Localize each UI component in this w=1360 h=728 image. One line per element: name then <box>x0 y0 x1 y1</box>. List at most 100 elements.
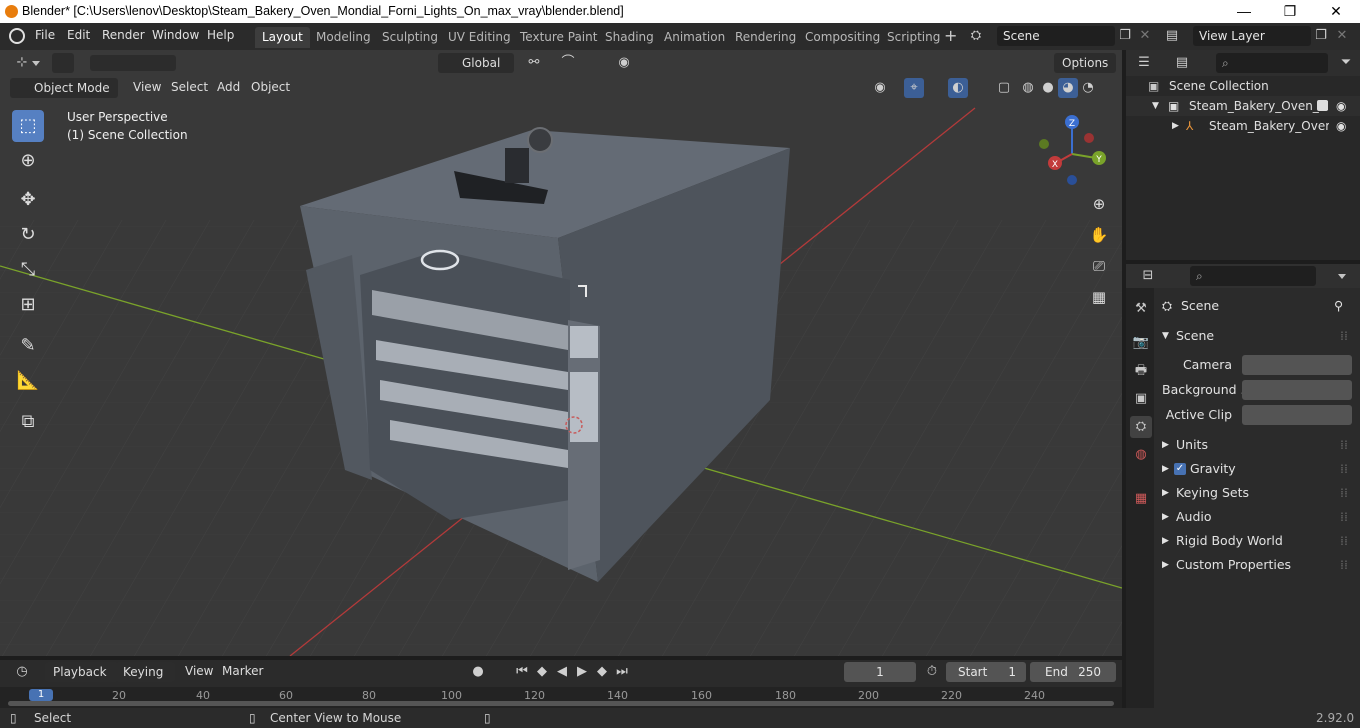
pin-icon[interactable]: ⚲ <box>1334 295 1343 317</box>
view-layer-tab-icon[interactable]: ▣ <box>1130 388 1152 410</box>
add-cube-tool-icon[interactable]: ⧉ <box>12 406 44 438</box>
gizmo-toggle-icon[interactable]: ⌖ <box>904 78 924 98</box>
timeline-scrollbar[interactable] <box>8 701 1114 706</box>
viewport-menu-view[interactable]: View <box>133 80 161 94</box>
audio-panel[interactable]: ▶ Audio ⁞⁞ <box>1154 506 1360 528</box>
proportional-edit-icon[interactable]: ◉ <box>614 53 634 73</box>
move-tool-icon[interactable]: ✥ <box>12 184 44 216</box>
visibility-icon[interactable]: ◉ <box>870 78 890 98</box>
outliner-search-input[interactable]: ⌕ <box>1216 53 1328 73</box>
blender-menu-icon[interactable] <box>9 28 25 44</box>
prev-keyframe-icon[interactable]: ◆ <box>532 662 552 682</box>
select-box-tool-icon[interactable]: ⬚ <box>12 110 44 142</box>
display-mode-icon[interactable]: ▤ <box>1172 53 1192 73</box>
properties-search-input[interactable]: ⌕ <box>1190 266 1316 286</box>
properties-editor-type-icon[interactable]: ⊟ <box>1138 266 1158 286</box>
collapse-chevron-icon[interactable]: ▼ <box>1152 96 1159 116</box>
timeline-editor-type-icon[interactable]: ◷ <box>12 662 32 682</box>
view-layer-browse-icon[interactable]: ▤ <box>1162 26 1182 46</box>
playback-menu[interactable]: Playback <box>45 662 119 682</box>
scale-tool-icon[interactable]: ⤡ <box>12 254 44 286</box>
cursor-tool-icon[interactable]: ⊕ <box>12 145 44 177</box>
world-tab-icon[interactable]: ◍ <box>1130 444 1152 466</box>
delete-view-layer-icon[interactable]: ✕ <box>1332 26 1352 46</box>
viewport-menu-select[interactable]: Select <box>171 80 208 94</box>
drag-handle-icon[interactable]: ⁞⁞ <box>1340 482 1348 504</box>
stopwatch-icon[interactable]: ⏱ <box>922 662 942 682</box>
filter-icon[interactable]: ⏷ <box>1336 53 1356 73</box>
material-shading-icon[interactable]: ◕ <box>1058 78 1078 98</box>
viewport-menu-add[interactable]: Add <box>217 80 240 94</box>
timeline-menu-view[interactable]: View <box>185 664 213 678</box>
pan-hand-icon[interactable]: ✋ <box>1087 223 1111 247</box>
new-scene-icon[interactable]: ❐ <box>1115 26 1135 46</box>
menu-help[interactable]: Help <box>207 28 234 42</box>
tab-animation[interactable]: Animation <box>657 27 732 48</box>
drag-handle-icon[interactable]: ⁞⁞ <box>1340 325 1348 347</box>
play-reverse-icon[interactable]: ◀ <box>552 662 572 682</box>
drag-handle-icon[interactable]: ⁞⁞ <box>1340 458 1348 480</box>
active-clip-field[interactable] <box>1242 405 1352 425</box>
object-mode-dropdown[interactable]: Object Mode <box>10 78 118 98</box>
wireframe-shading-icon[interactable]: ◍ <box>1018 78 1038 98</box>
end-frame-field[interactable]: End 250 <box>1030 662 1116 682</box>
minimize-button[interactable]: — <box>1221 0 1267 23</box>
drag-handle-icon[interactable]: ⁞⁞ <box>1340 434 1348 456</box>
viewport-menu-object[interactable]: Object <box>251 80 290 94</box>
transform-orientation-dropdown[interactable]: Global <box>438 53 514 73</box>
zoom-icon[interactable]: ⊕ <box>1087 192 1111 216</box>
camera-view-icon[interactable]: ⎚ <box>1087 254 1111 278</box>
custom-properties-panel[interactable]: ▶ Custom Properties ⁞⁞ <box>1154 554 1360 576</box>
tab-compositing[interactable]: Compositing <box>798 27 887 48</box>
start-frame-field[interactable]: Start 1 <box>946 662 1026 682</box>
annotate-tool-icon[interactable]: ✎ <box>12 330 44 362</box>
next-keyframe-icon[interactable]: ◆ <box>592 662 612 682</box>
drag-handle-icon[interactable]: ⁞⁞ <box>1340 554 1348 576</box>
menu-window[interactable]: Window <box>152 28 199 42</box>
menu-render[interactable]: Render <box>102 28 145 42</box>
3d-viewport[interactable]: Z Y X ⊹ Global ⚯ ⌒ ◉ Options Object Mode… <box>0 50 1122 656</box>
tab-layout[interactable]: Layout <box>255 27 310 48</box>
playhead-marker[interactable]: 1 <box>29 689 53 701</box>
gravity-panel[interactable]: ▶ ✓ Gravity ⁞⁞ <box>1154 458 1360 480</box>
scene-panel-header[interactable]: ▼ Scene ⁞⁞ <box>1154 325 1360 347</box>
scene-browse-icon[interactable]: ⛭ <box>966 26 986 46</box>
transform-tool-icon[interactable]: ⊞ <box>12 289 44 321</box>
rigid-body-world-panel[interactable]: ▶ Rigid Body World ⁞⁞ <box>1154 530 1360 552</box>
tab-sculpting[interactable]: Sculpting <box>375 27 445 48</box>
expand-chevron-icon[interactable]: ▶ <box>1172 116 1179 136</box>
current-frame-field[interactable]: 1 <box>844 662 916 682</box>
rendered-shading-icon[interactable]: ◔ <box>1078 78 1098 98</box>
output-tab-icon[interactable]: 🖶 <box>1130 360 1152 382</box>
select-mode-buttons[interactable] <box>90 55 176 71</box>
timeline-menu-marker[interactable]: Marker <box>222 664 263 678</box>
play-icon[interactable]: ▶ <box>572 662 592 682</box>
maximize-button[interactable]: ❐ <box>1267 0 1313 23</box>
tab-uv-editing[interactable]: UV Editing <box>441 27 518 48</box>
texture-tab-icon[interactable]: ▦ <box>1130 488 1152 510</box>
outliner-row-object[interactable]: ▶ ⅄ Steam_Bakery_Over ◉ <box>1126 116 1360 136</box>
keying-sets-panel[interactable]: ▶ Keying Sets ⁞⁞ <box>1154 482 1360 504</box>
eye-icon[interactable]: ◉ <box>1336 96 1346 116</box>
menu-edit[interactable]: Edit <box>67 28 90 42</box>
scene-name-field[interactable]: Scene <box>997 26 1115 46</box>
tab-shading[interactable]: Shading <box>598 27 661 48</box>
outliner-row-collection[interactable]: ▼ ▣ Steam_Bakery_Oven_Mc ◉ <box>1126 96 1360 116</box>
rotate-tool-icon[interactable]: ↻ <box>12 219 44 251</box>
new-view-layer-icon[interactable]: ❐ <box>1311 26 1331 46</box>
camera-field[interactable] <box>1242 355 1352 375</box>
tab-scripting[interactable]: Scripting <box>880 27 947 48</box>
exclude-checkbox[interactable] <box>1317 100 1328 111</box>
outliner-editor-type-icon[interactable]: ☰ <box>1134 53 1154 73</box>
jump-start-icon[interactable]: ⏮ <box>512 662 532 682</box>
render-tab-icon[interactable]: 📷 <box>1130 332 1152 354</box>
eye-icon[interactable]: ◉ <box>1336 116 1346 136</box>
xray-icon[interactable]: ▢ <box>994 78 1014 98</box>
measure-tool-icon[interactable]: 📐 <box>12 365 44 397</box>
overlay-toggle-icon[interactable]: ◐ <box>948 78 968 98</box>
jump-end-icon[interactable]: ⏭ <box>612 662 632 682</box>
ortho-grid-icon[interactable]: ▦ <box>1087 285 1111 309</box>
units-panel[interactable]: ▶ Units ⁞⁞ <box>1154 434 1360 456</box>
gravity-checkbox[interactable]: ✓ <box>1174 463 1186 475</box>
tab-texture-paint[interactable]: Texture Paint <box>513 27 604 48</box>
